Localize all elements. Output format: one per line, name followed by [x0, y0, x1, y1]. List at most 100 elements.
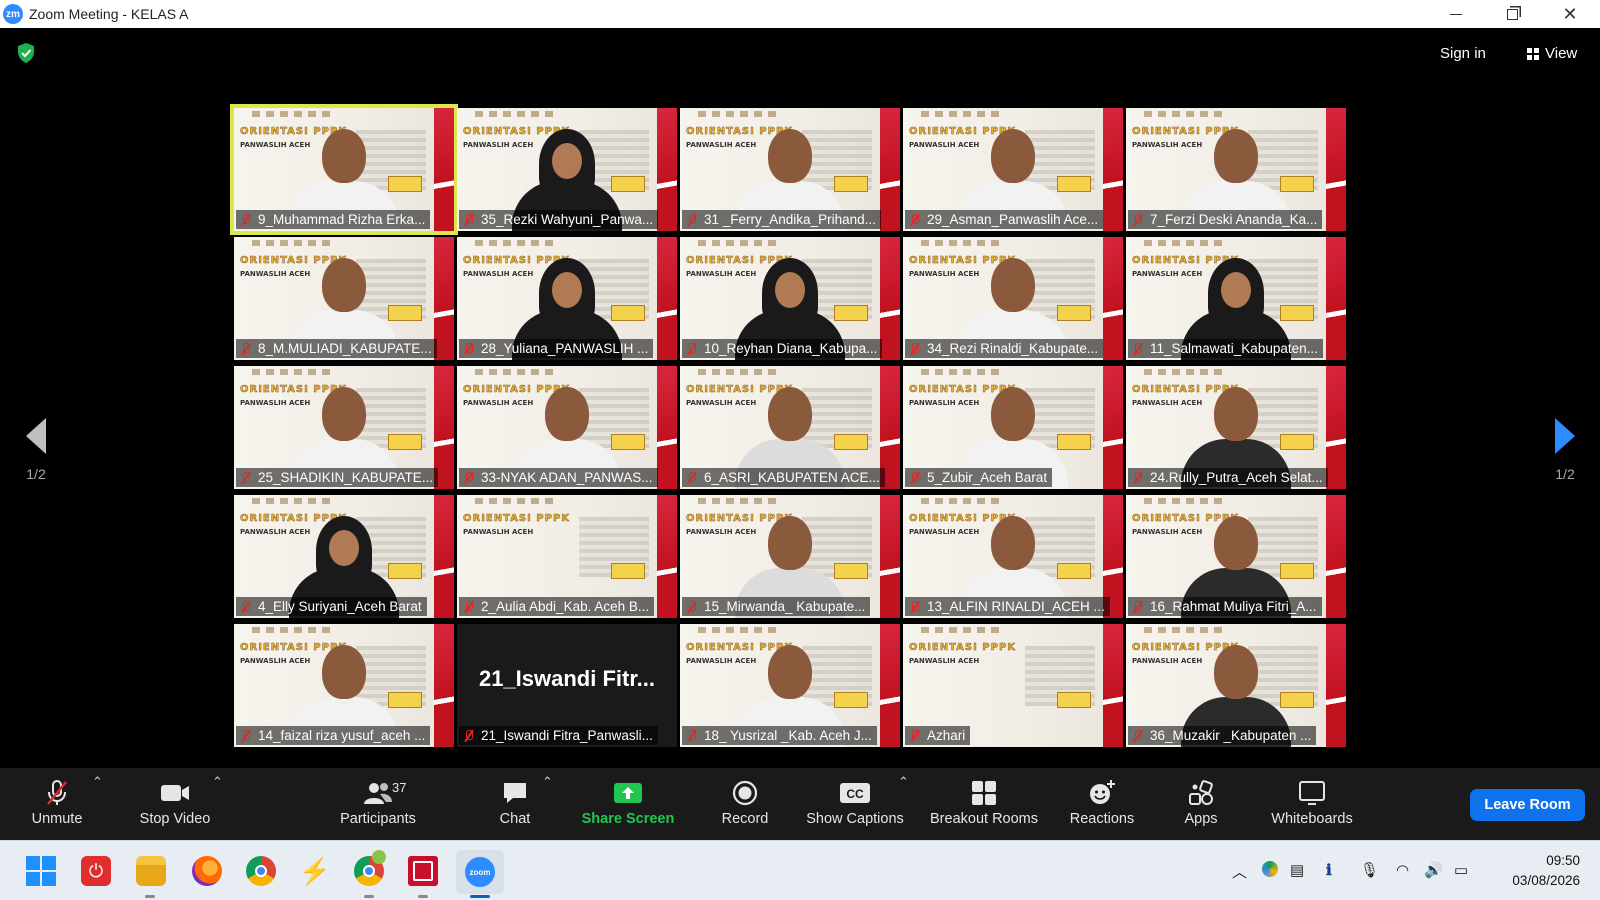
participant-video-tile[interactable]: ORIENTASI PPPK PANWASLIH ACEH 6_ASRI_KABUP…	[680, 366, 900, 489]
participant-video-tile[interactable]: ORIENTASI PPPK PANWASLIH ACEH 15_Mirwanda_…	[680, 495, 900, 618]
acrobat-running-indicator	[418, 895, 428, 898]
background-red-ribbon	[1103, 237, 1123, 360]
chrome-icon[interactable]	[246, 856, 276, 886]
security-shield-icon[interactable]	[16, 42, 36, 64]
participant-video-tile[interactable]: ORIENTASI PPPK PANWASLIH ACEH 31 _Ferry_An…	[680, 108, 900, 231]
participant-video-tile[interactable]: ORIENTASI PPPK PANWASLIH ACEH 24.Rully_Put…	[1126, 366, 1346, 489]
background-red-ribbon	[657, 495, 677, 618]
background-red-ribbon	[657, 366, 677, 489]
participant-name: 21_Iswandi Fitra_Panwasli...	[481, 728, 653, 743]
participant-video-tile[interactable]: ORIENTASI PPPK PANWASLIH ACEH 4_Elly Suriy…	[234, 495, 454, 618]
participant-video-tile[interactable]: ORIENTASI PPPK PANWASLIH ACEH 5_Zubir_Aceh…	[903, 366, 1123, 489]
tray-colorful-app-icon[interactable]	[1262, 861, 1278, 877]
firefox-icon[interactable]	[192, 856, 222, 886]
background-red-ribbon	[1326, 495, 1346, 618]
chat-button[interactable]: Chat	[490, 778, 540, 827]
background-red-ribbon	[880, 624, 900, 747]
lightning-app-icon[interactable]: ⚡	[299, 856, 331, 886]
record-button[interactable]: Record	[712, 778, 778, 827]
chat-options-caret-icon[interactable]: ⌃	[542, 774, 553, 790]
info-icon[interactable]: ℹ	[1326, 861, 1332, 879]
participant-video-tile[interactable]: ORIENTASI PPPK PANWASLIH ACEH Azhari	[903, 624, 1123, 747]
participant-name: 35_Rezki Wahyuni_Panwa...	[481, 212, 654, 227]
participant-name-label: 9_Muhammad Rizha Erka...	[236, 210, 431, 229]
background-red-ribbon	[1326, 624, 1346, 747]
view-label: View	[1545, 45, 1578, 62]
next-page-button[interactable]: 1/2	[1535, 418, 1595, 482]
arrow-left-icon	[26, 418, 46, 454]
microphone-tray-icon[interactable]: 🎙	[1360, 861, 1379, 879]
participant-video-tile[interactable]: ORIENTASI PPPK PANWASLIH ACEH 9_Muhammad R…	[230, 104, 458, 235]
background-red-ribbon	[657, 237, 677, 360]
power-app-icon[interactable]: ⏻	[81, 856, 111, 886]
participant-video-tile[interactable]: ORIENTASI PPPK PANWASLIH ACEH 14_faizal ri…	[234, 624, 454, 747]
background-red-ribbon	[1326, 366, 1346, 489]
zoom-icon: zoom	[465, 857, 495, 887]
participant-video-tile[interactable]: ORIENTASI PPPK PANWASLIH ACEH 34_Rezi Rina…	[903, 237, 1123, 360]
participant-name: 6_ASRI_KABUPATEN ACE...	[704, 470, 880, 485]
zoom-app-icon: zm	[3, 4, 23, 24]
system-clock[interactable]: 09:50 03/08/2026	[1488, 851, 1580, 891]
chat-label: Chat	[499, 811, 531, 827]
chrome-profile-icon[interactable]	[354, 850, 386, 886]
participant-video-tile[interactable]: ORIENTASI PPPK PANWASLIH ACEH 11_Salmawati…	[1126, 237, 1346, 360]
audio-options-caret-icon[interactable]: ⌃	[92, 774, 103, 790]
battery-icon[interactable]: ▭	[1454, 861, 1468, 879]
participant-video-tile[interactable]: ORIENTASI PPPK PANWASLIH ACEH 35_Rezki Wah…	[457, 108, 677, 231]
acrobat-icon[interactable]	[408, 856, 438, 886]
participant-video-tile[interactable]: ORIENTASI PPPK PANWASLIH ACEH 33-NYAK ADAN…	[457, 366, 677, 489]
sponsor-logos	[921, 240, 1001, 246]
reactions-button[interactable]: Reactions	[1062, 778, 1142, 827]
microphone-muted-icon	[1132, 213, 1143, 227]
participant-name: 11_Salmawati_Kabupaten...	[1150, 341, 1318, 356]
microphone-muted-icon	[909, 600, 920, 614]
windows-start-icon[interactable]	[26, 856, 56, 886]
participants-button[interactable]: 37 Participants	[330, 778, 426, 827]
close-button[interactable]: ✕	[1542, 0, 1598, 28]
unmute-button[interactable]: Unmute	[22, 778, 92, 827]
participant-video-tile[interactable]: ORIENTASI PPPK PANWASLIH ACEH 29_Asman_Pan…	[903, 108, 1123, 231]
leave-room-button[interactable]: Leave Room	[1470, 789, 1585, 821]
reactions-smiley-icon	[1090, 780, 1115, 804]
participant-video-tile[interactable]: ORIENTASI PPPK PANWASLIH ACEH 25_SHADIKIN_…	[234, 366, 454, 489]
participant-video-tile[interactable]: ORIENTASI PPPK PANWASLIH ACEH 7_Ferzi Desk…	[1126, 108, 1346, 231]
participant-name: Azhari	[927, 728, 966, 743]
previous-page-button[interactable]: 1/2	[6, 418, 66, 482]
microphone-muted-icon	[463, 600, 474, 614]
breakout-rooms-button[interactable]: Breakout Rooms	[924, 778, 1044, 827]
volume-icon[interactable]: 🔊	[1424, 861, 1443, 879]
video-options-caret-icon[interactable]: ⌃	[212, 774, 223, 790]
whiteboards-button[interactable]: Whiteboards	[1262, 778, 1362, 827]
participant-video-tile[interactable]: ORIENTASI PPPK PANWASLIH ACEH 10_Reyhan Di…	[680, 237, 900, 360]
participant-video-tile[interactable]: ORIENTASI PPPK PANWASLIH ACEH 16_Rahmat Mu…	[1126, 495, 1346, 618]
participant-video-tile[interactable]: ORIENTASI PPPK PANWASLIH ACEH 8_M.MULIADI_…	[234, 237, 454, 360]
participant-video-tile[interactable]: ORIENTASI PPPK PANWASLIH ACEH 36_Muzakir _…	[1126, 624, 1346, 747]
zoom-taskbar-button[interactable]: zoom	[456, 850, 504, 894]
tray-device-icon[interactable]: ▤	[1290, 861, 1304, 879]
participant-name-label: 15_Mirwanda_ Kabupate...	[682, 597, 871, 616]
participant-name: 18_ Yusrizal _Kab. Aceh J...	[704, 728, 872, 743]
show-hidden-icons-chevron-icon[interactable]: ︿	[1232, 861, 1247, 882]
clock-date: 03/08/2026	[1512, 873, 1580, 888]
sign-in-button[interactable]: Sign in	[1440, 45, 1486, 62]
stop-video-button[interactable]: Stop Video	[130, 778, 220, 827]
apps-button[interactable]: Apps	[1176, 778, 1226, 827]
participant-video-tile[interactable]: ORIENTASI PPPK PANWASLIH ACEH 2_Aulia Abdi…	[457, 495, 677, 618]
participant-video-tile[interactable]: 21_Iswandi Fitr... 21_Iswandi Fitra_Panwa…	[457, 624, 677, 747]
view-button[interactable]: View	[1527, 45, 1577, 62]
share-screen-button[interactable]: Share Screen	[578, 778, 678, 827]
wifi-icon[interactable]: ◠	[1396, 861, 1409, 879]
sponsor-logos	[252, 627, 332, 633]
participant-name-label: 21_Iswandi Fitra_Panwasli...	[459, 726, 658, 745]
captions-options-caret-icon[interactable]: ⌃	[898, 774, 909, 790]
minimize-button[interactable]	[1428, 0, 1484, 28]
restore-button[interactable]	[1484, 0, 1540, 28]
participant-video-tile[interactable]: ORIENTASI PPPK PANWASLIH ACEH 13_ALFIN RIN…	[903, 495, 1123, 618]
file-explorer-icon[interactable]	[136, 856, 166, 886]
show-captions-button[interactable]: CC Show Captions	[803, 778, 907, 827]
participant-name: 8_M.MULIADI_KABUPATE...	[258, 341, 432, 356]
sponsor-logos	[1144, 627, 1224, 633]
participant-video-tile[interactable]: ORIENTASI PPPK PANWASLIH ACEH 28_Yuliana_P…	[457, 237, 677, 360]
microphone-muted-icon	[686, 471, 697, 485]
participant-video-tile[interactable]: ORIENTASI PPPK PANWASLIH ACEH 18_ Yusrizal…	[680, 624, 900, 747]
